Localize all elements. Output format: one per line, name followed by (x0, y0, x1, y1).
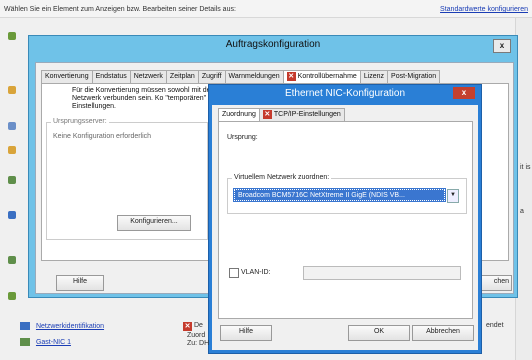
left-icon-strip (0, 26, 27, 306)
vlan-label: VLAN-ID: (241, 269, 271, 276)
source-server-legend: Ursprungsserver: (51, 118, 109, 125)
list-icon (8, 32, 16, 40)
tab-netzwerk[interactable]: Netzwerk (129, 70, 167, 83)
right-status-text: endet (486, 322, 504, 329)
dialog-close-button[interactable]: x (453, 87, 475, 99)
help-button[interactable]: Hilfe (56, 275, 104, 291)
dialog-help-button[interactable]: Hilfe (220, 325, 272, 341)
configure-defaults-link[interactable]: Standardwerte konfigurieren (440, 6, 528, 13)
configure-button[interactable]: Konfigurieren... (117, 215, 191, 231)
network-icon (8, 211, 16, 219)
origin-label: Ursprung: (227, 134, 258, 141)
virtual-network-select[interactable]: Broadcom BCM5716C NetXtreme II GigE (NDI… (233, 188, 446, 202)
list-item[interactable]: Gast-NIC 1 (20, 338, 71, 346)
nic-config-dialog: Ethernet NIC-Konfiguration x Zuordnung ✕ T… (208, 84, 482, 354)
virtual-network-group: Virtuellem Netzwerk zuordnen: Broadcom B… (227, 174, 467, 214)
top-hint-text: Wählen Sie ein Element zum Anzeigen bzw.… (4, 6, 236, 13)
tab-tcpip-label: TCP/IP-Einstellungen (273, 111, 341, 118)
right-strip-text-2: a (520, 208, 524, 215)
folder-icon (8, 146, 16, 154)
dialog-body: Zuordnung ✕ TCP/IP-Einstellungen Ursprung:… (212, 105, 478, 350)
cancel-button[interactable]: Abbrechen (412, 325, 474, 341)
guest-nic-link[interactable]: Gast-NIC 1 (36, 339, 71, 346)
tab-tcpip[interactable]: ✕ TCP/IP-Einstellungen (258, 108, 345, 121)
window-close-button[interactable]: x (493, 39, 511, 53)
right-strip-text-1: it is (520, 164, 531, 171)
takeover-note: Für die Konvertierung müssen sowohl mit … (72, 87, 217, 110)
tab-post-migration[interactable]: Post-Migration (387, 70, 441, 83)
window-title: Auftragskonfiguration (225, 39, 321, 50)
mid-status-text-1: De (194, 322, 203, 329)
mid-status-text-2: Zuord (187, 332, 206, 339)
chevron-down-icon[interactable]: ▼ (447, 189, 459, 203)
virtual-network-legend: Virtuellem Netzwerk zuordnen: (232, 174, 332, 181)
tab-zeitplan[interactable]: Zeitplan (165, 70, 199, 83)
top-hint-bar: Wählen Sie ein Element zum Anzeigen bzw.… (0, 0, 532, 18)
folder-icon (8, 86, 16, 94)
vlan-id-input[interactable] (303, 266, 461, 280)
error-icon: ✕ (183, 322, 192, 331)
server-icon (8, 176, 16, 184)
vlan-checkbox[interactable] (229, 268, 239, 278)
mid-status-text-3: Zu: DH (187, 340, 210, 347)
tab-konvertierung[interactable]: Konvertierung (41, 70, 93, 83)
ok-button[interactable]: OK (348, 325, 410, 341)
network-icon (8, 292, 16, 300)
server-icon (8, 256, 16, 264)
tab-zugriff[interactable]: Zugriff (197, 70, 226, 83)
network-identification-link[interactable]: Netzwerkidentifikation (36, 323, 104, 330)
doc-icon (8, 122, 16, 130)
error-icon: ✕ (286, 71, 296, 81)
tab-kontrolluebernahme[interactable]: ✕ Kontrollübernahme (282, 70, 361, 84)
nic-icon (20, 338, 30, 346)
tab-zuordnung[interactable]: Zuordnung (218, 108, 260, 122)
tab-lizenz[interactable]: Lizenz (359, 70, 389, 83)
no-config-text: Keine Konfiguration erforderlich (53, 133, 152, 140)
list-item[interactable]: Netzwerkidentifikation (20, 322, 104, 330)
tab-kontrolluebernahme-label: Kontrollübernahme (297, 73, 357, 80)
error-icon: ✕ (262, 109, 272, 119)
tab-endstatus[interactable]: Endstatus (91, 70, 131, 83)
source-server-group: Ursprungsserver: Keine Konfiguration erf… (46, 118, 208, 240)
mapping-panel: Ursprung: Virtuellem Netzwerk zuordnen: … (218, 121, 473, 319)
config-tab-strip: Konvertierung Endstatus Netzwerk Zeitplan Zu… (41, 70, 441, 84)
tab-warnmeldungen[interactable]: Warnmeldungen (224, 70, 284, 83)
network-icon (20, 322, 30, 330)
dialog-tab-strip: Zuordnung ✕ TCP/IP-Einstellungen (218, 108, 345, 122)
dialog-title: Ethernet NIC-Konfiguration (284, 88, 406, 99)
